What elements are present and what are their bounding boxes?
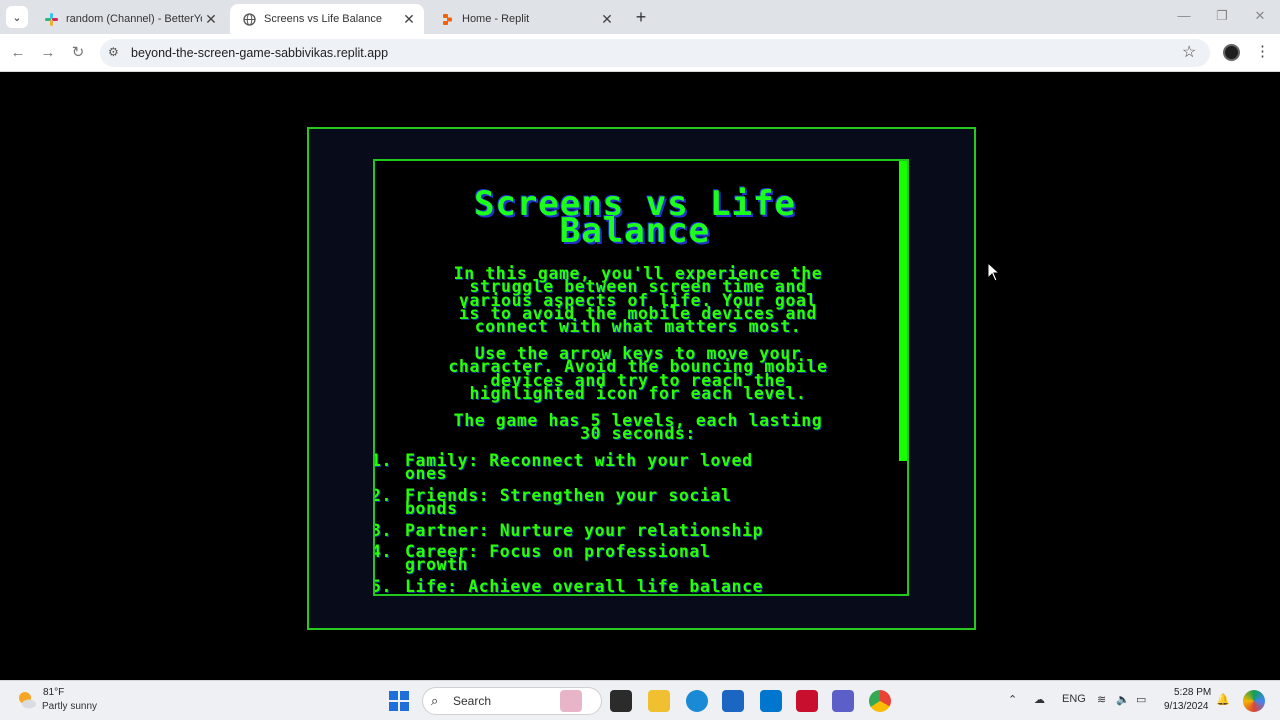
wifi-icon[interactable]: ≋ xyxy=(1097,693,1106,706)
back-arrow-icon[interactable]: ← xyxy=(8,43,28,63)
level-number: 2. xyxy=(373,486,393,505)
level-number: 3. xyxy=(373,521,393,540)
tab-screens-vs-life[interactable]: Screens vs Life Balance ✕ xyxy=(230,4,424,34)
globe-icon xyxy=(242,12,256,26)
level-line: Life: Achieve overall life balance xyxy=(405,577,764,596)
instructions-panel[interactable]: Screens vs Life Balance In this game, yo… xyxy=(373,159,909,596)
url-text[interactable]: beyond-the-screen-game-sabbivikas.replit… xyxy=(131,46,388,60)
close-icon[interactable]: ✕ xyxy=(202,11,220,28)
dell-icon[interactable] xyxy=(760,690,782,712)
tab-strip: ⌄ random (Channel) - BetterYou - ✕ Scree… xyxy=(0,0,1280,34)
tab-replit[interactable]: Home - Replit ✕ xyxy=(428,4,622,34)
mcafee-icon[interactable] xyxy=(796,690,818,712)
list-item: 1. Family: Reconnect with your loved ones xyxy=(373,451,891,482)
tab-search-button[interactable]: ⌄ xyxy=(6,6,28,28)
mouse-pointer-icon xyxy=(987,262,1001,282)
volume-icon[interactable]: 🔈 xyxy=(1116,693,1130,706)
list-item: 4. Career: Focus on professional growth xyxy=(373,542,891,573)
task-view-icon[interactable] xyxy=(610,690,632,712)
microsoft-store-icon[interactable] xyxy=(722,690,744,712)
level-line: Partner: Nurture your relationship xyxy=(405,521,764,540)
weather-description[interactable]: Partly sunny xyxy=(42,701,97,712)
replit-icon xyxy=(440,12,454,26)
menu-kebab-icon[interactable]: ⋮ xyxy=(1255,42,1270,60)
toolbar: ← → ↻ ⚙ beyond-the-screen-game-sabbivika… xyxy=(0,34,1280,72)
levels-intro: The game has 5 levels, each lasting 30 s… xyxy=(383,412,893,442)
level-text: Friends: Strengthen your social bonds xyxy=(405,486,891,517)
tab-title: Home - Replit xyxy=(462,13,530,25)
windows-taskbar: 81°F Partly sunny ⌕ Search ⌃ ☁ ENG ≋ 🔈 ▭… xyxy=(0,680,1280,720)
level-text: Family: Reconnect with your loved ones xyxy=(405,451,891,482)
tab-title: Screens vs Life Balance xyxy=(264,13,383,25)
controls-line: highlighted icon for each level. xyxy=(469,383,807,403)
clock-date[interactable]: 9/13/2024 xyxy=(1164,701,1209,712)
level-text: Career: Focus on professional growth xyxy=(405,542,891,573)
notification-bell-icon[interactable]: 🔔 xyxy=(1216,693,1230,706)
game-canvas-frame[interactable]: Screens vs Life Balance In this game, yo… xyxy=(307,127,976,630)
level-text: Life: Achieve overall life balance xyxy=(405,577,891,596)
reload-icon[interactable]: ↻ xyxy=(68,43,88,63)
level-line: Family: Reconnect with your loved xyxy=(405,451,753,470)
new-tab-button[interactable]: + xyxy=(630,6,652,28)
close-icon[interactable]: ✕ xyxy=(598,11,616,28)
close-window-button[interactable]: ✕ xyxy=(1245,8,1275,24)
search-highlight-icon[interactable] xyxy=(560,690,582,712)
level-number: 4. xyxy=(373,542,393,561)
minimize-button[interactable]: — xyxy=(1169,8,1199,23)
search-label: Search xyxy=(453,694,492,708)
list-item: 2. Friends: Strengthen your social bonds xyxy=(373,486,891,517)
list-item: 3. Partner: Nurture your relationship xyxy=(373,521,891,540)
battery-icon[interactable]: ▭ xyxy=(1136,693,1146,706)
level-line: Friends: Strengthen your social xyxy=(405,486,732,505)
close-icon[interactable]: ✕ xyxy=(400,11,418,28)
restore-button[interactable]: ❐ xyxy=(1207,8,1237,24)
slack-icon xyxy=(44,12,58,26)
level-number: 5. xyxy=(373,577,393,596)
level-number: 1. xyxy=(373,451,393,470)
panel-scrollbar[interactable] xyxy=(899,161,907,461)
teams-icon[interactable] xyxy=(832,690,854,712)
page-viewport: Screens vs Life Balance In this game, yo… xyxy=(0,73,1280,680)
title-line: Balance xyxy=(559,211,711,251)
game-title: Screens vs Life Balance xyxy=(375,187,895,251)
level-line: Career: Focus on professional xyxy=(405,542,711,561)
tab-slack[interactable]: random (Channel) - BetterYou - ✕ xyxy=(32,4,226,34)
address-bar[interactable]: ⚙ beyond-the-screen-game-sabbivikas.repl… xyxy=(100,39,1210,67)
clock-time[interactable]: 5:28 PM xyxy=(1174,687,1211,698)
chevron-down-icon: ⌄ xyxy=(12,11,22,24)
site-info-icon[interactable]: ⚙ xyxy=(108,45,119,59)
bookmark-star-icon[interactable]: ☆ xyxy=(1182,42,1196,62)
chrome-icon[interactable] xyxy=(869,690,891,712)
copilot-icon[interactable] xyxy=(1243,690,1265,712)
list-item: 5. Life: Achieve overall life balance xyxy=(373,577,891,596)
edge-browser-icon[interactable] xyxy=(686,690,708,712)
weather-temperature[interactable]: 81°F xyxy=(43,687,64,698)
forward-arrow-icon[interactable]: → xyxy=(38,43,58,63)
file-explorer-icon[interactable] xyxy=(648,690,670,712)
level-text: Partner: Nurture your relationship xyxy=(405,521,891,540)
profile-avatar[interactable] xyxy=(1223,44,1240,61)
intro-paragraph: In this game, you'll experience the stru… xyxy=(383,265,893,335)
windows-start-icon[interactable] xyxy=(388,690,410,712)
controls-paragraph: Use the arrow keys to move your characte… xyxy=(383,345,893,403)
chevron-up-icon[interactable]: ⌃ xyxy=(1008,693,1017,706)
onedrive-cloud-icon[interactable]: ☁ xyxy=(1034,693,1045,706)
search-icon: ⌕ xyxy=(431,693,439,708)
language-indicator[interactable]: ENG xyxy=(1062,693,1086,705)
plus-icon: + xyxy=(635,6,647,27)
partly-sunny-icon[interactable] xyxy=(16,689,38,711)
tab-title: random (Channel) - BetterYou - xyxy=(66,13,202,25)
